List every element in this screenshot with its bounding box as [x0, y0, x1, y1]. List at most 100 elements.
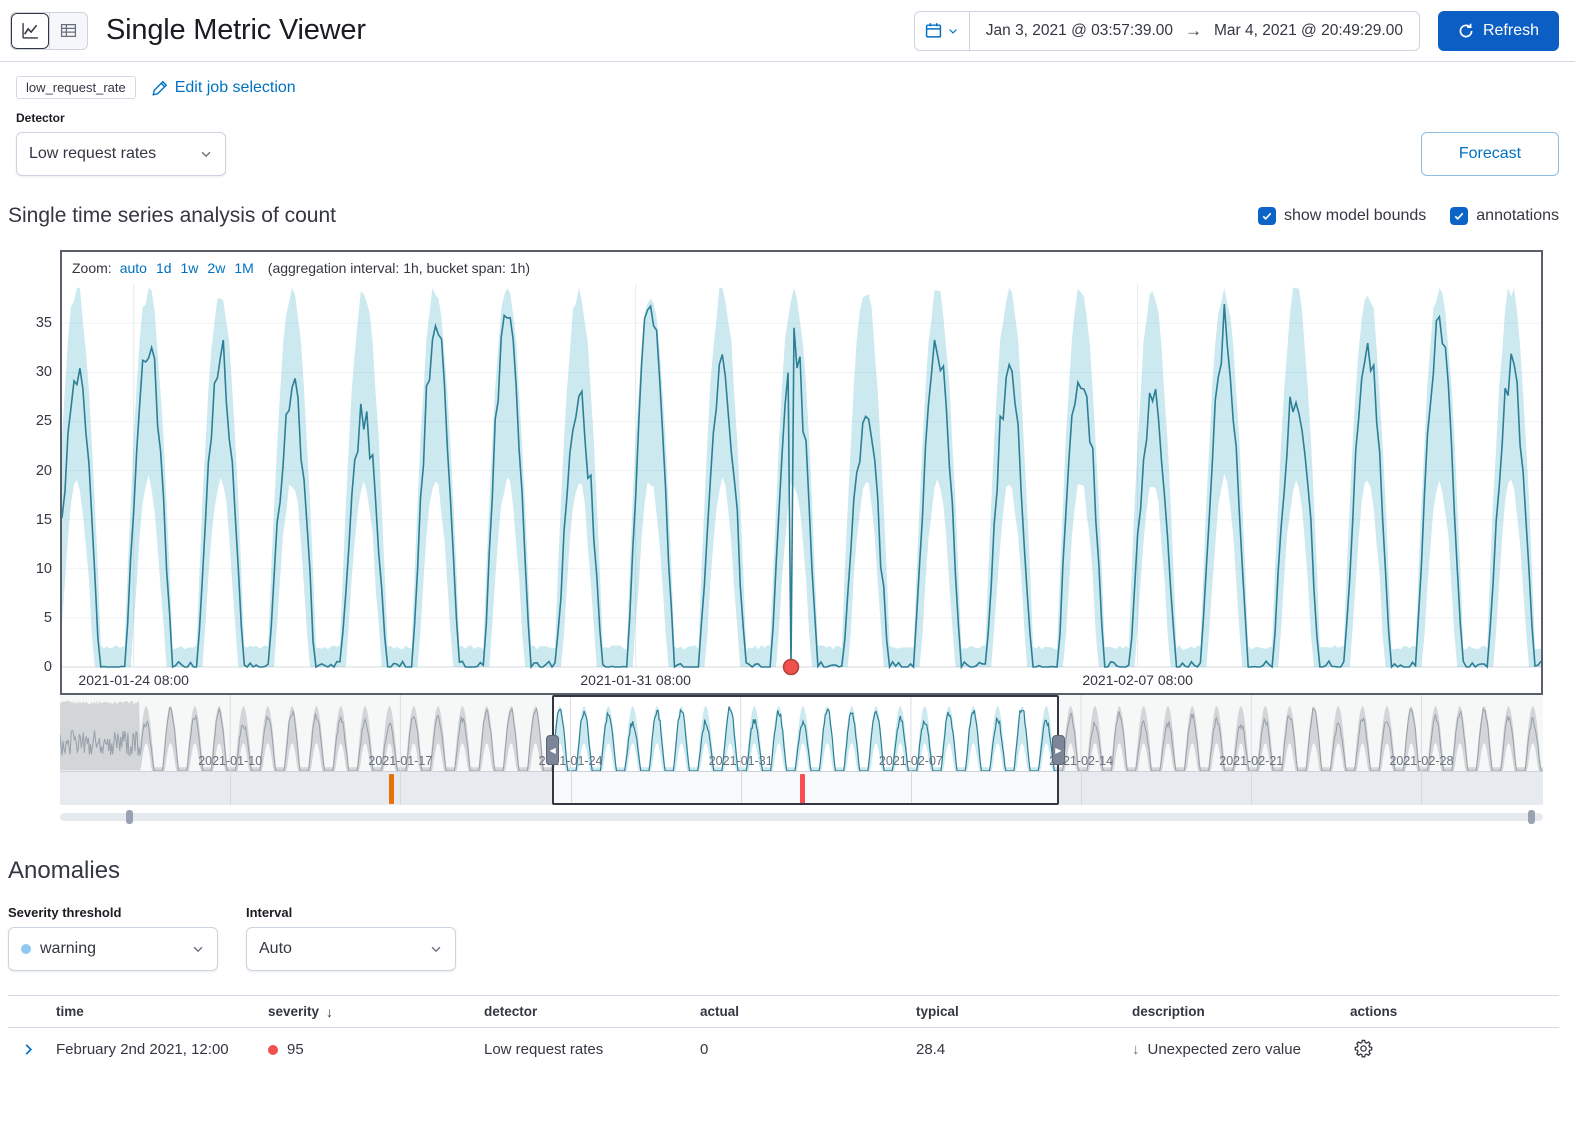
zoom-option-2w[interactable]: 2w [207, 260, 225, 276]
main-chart-container: Zoom: auto 1d 1w 2w 1M (aggregation interval… [60, 250, 1543, 695]
chart-options: show model bounds annotations [1258, 207, 1559, 225]
aggregation-note: (aggregation interval: 1h, bucket span: … [268, 260, 530, 276]
date-picker: Jan 3, 2021 @ 03:57:39.00 → Mar 4, 2021 … [914, 11, 1420, 51]
zoom-controls: Zoom: auto 1d 1w 2w 1M (aggregation interval… [62, 252, 1541, 284]
severity-threshold-label: Severity threshold [8, 905, 218, 920]
chevron-down-icon [947, 25, 959, 37]
arrow-down-icon: ↓ [1132, 1041, 1140, 1058]
anomaly-actual: 0 [700, 1041, 916, 1058]
refresh-button[interactable]: Refresh [1438, 11, 1559, 51]
y-axis-label: 35 [36, 315, 52, 331]
anomaly-typical: 28.4 [916, 1041, 1132, 1058]
brush-handle-left[interactable]: ◀ [546, 735, 559, 765]
zoom-option-auto[interactable]: auto [120, 260, 147, 276]
y-axis-label: 0 [44, 659, 52, 675]
edit-job-selection-label: Edit job selection [175, 79, 296, 97]
series-title: Single time series analysis of count [8, 204, 336, 228]
x-axis-label: 2021-01-31 08:00 [580, 672, 691, 688]
zoom-option-1d[interactable]: 1d [156, 260, 172, 276]
range-slider-thumb-left[interactable] [126, 810, 133, 824]
series-section-header: Single time series analysis of count sho… [0, 176, 1575, 240]
swimlane-gridline [230, 772, 231, 805]
x-axis-label: 2021-01-24 08:00 [78, 672, 189, 688]
chevron-down-icon [199, 147, 213, 161]
detector-selected-value: Low request rates [29, 145, 156, 163]
start-date[interactable]: Jan 3, 2021 @ 03:57:39.00 [986, 22, 1173, 40]
sort-desc-icon: ↓ [326, 1004, 333, 1020]
checkbox-checked-icon [1450, 207, 1468, 225]
severity-threshold-field: Severity threshold warning [8, 905, 218, 971]
severity-threshold-select[interactable]: warning [8, 927, 218, 971]
row-actions-button[interactable] [1350, 1037, 1377, 1060]
annotations-label: annotations [1476, 207, 1559, 225]
interval-select[interactable]: Auto [246, 927, 456, 971]
chart-view-button[interactable] [11, 13, 49, 49]
y-axis-label: 5 [44, 610, 52, 626]
y-axis-label: 25 [36, 413, 52, 429]
anomaly-severity: 95 [287, 1041, 304, 1058]
anomaly-detector: Low request rates [484, 1041, 700, 1058]
range-slider-thumb-right[interactable] [1528, 810, 1535, 824]
calendar-button[interactable] [915, 12, 970, 50]
context-date-label: 2021-01-17 [368, 754, 432, 768]
refresh-icon [1458, 23, 1474, 39]
col-header-actual: actual [700, 1004, 916, 1019]
zoom-label: Zoom: [72, 260, 112, 276]
severity-warning-dot [21, 944, 31, 954]
context-date-label: 2021-02-21 [1219, 754, 1283, 768]
col-header-description: description [1132, 1004, 1350, 1019]
time-series-chart-area: 05101520253035 Zoom: auto1d1w2w1M (aggre… [60, 250, 1543, 821]
date-range: Jan 3, 2021 @ 03:57:39.00 → Mar 4, 2021 … [970, 21, 1419, 41]
chevron-down-icon [191, 942, 205, 956]
table-view-button[interactable] [49, 13, 87, 49]
pencil-icon [152, 80, 168, 96]
detector-label: Detector [16, 111, 226, 125]
edit-job-selection-link[interactable]: Edit job selection [152, 79, 296, 97]
swimlane-anomaly-marker[interactable] [389, 774, 394, 804]
col-header-typical: typical [916, 1004, 1132, 1019]
show-model-bounds-checkbox[interactable]: show model bounds [1258, 207, 1426, 225]
detector-row: Detector Low request rates Forecast [0, 107, 1575, 176]
x-axis: 2021-01-24 08:002021-01-31 08:002021-02-… [62, 667, 1541, 693]
y-axis-label: 30 [36, 364, 52, 380]
job-badge: low_request_rate [16, 76, 136, 99]
anomalies-table: time severity ↓ detector actual typical … [8, 995, 1559, 1071]
calendar-icon [925, 22, 942, 39]
header: Single Metric Viewer Jan 3, 2021 @ 03:57… [0, 0, 1575, 62]
detector-select[interactable]: Low request rates [16, 132, 226, 176]
context-date-label: 2021-01-10 [198, 754, 262, 768]
main-chart-svg[interactable] [62, 284, 1541, 667]
chevron-down-icon [429, 942, 443, 956]
zoom-option-1M[interactable]: 1M [234, 260, 253, 276]
anomalies-section: Anomalies Severity threshold warning Int… [0, 821, 1575, 1071]
anomalies-table-header: time severity ↓ detector actual typical … [8, 995, 1559, 1028]
y-axis-label: 20 [36, 463, 52, 479]
show-model-bounds-label: show model bounds [1284, 207, 1426, 225]
brush-handle-right[interactable]: ▶ [1052, 735, 1065, 765]
annotations-checkbox[interactable]: annotations [1450, 207, 1559, 225]
zoom-option-1w[interactable]: 1w [181, 260, 199, 276]
brush-selection[interactable]: ◀ ▶ [552, 695, 1059, 805]
severity-critical-dot [268, 1045, 278, 1055]
end-date[interactable]: Mar 4, 2021 @ 20:49:29.00 [1214, 22, 1403, 40]
context-chart[interactable]: 2021-01-102021-01-172021-01-242021-01-31… [60, 695, 1543, 805]
col-header-actions: actions [1350, 1004, 1559, 1019]
range-slider-track[interactable] [60, 813, 1543, 821]
job-selection-row: low_request_rate Edit job selection [0, 62, 1575, 107]
detector-field: Detector Low request rates [16, 111, 226, 176]
y-axis-label: 10 [36, 561, 52, 577]
refresh-label: Refresh [1483, 22, 1539, 40]
expand-row-chevron-icon[interactable] [21, 1042, 56, 1057]
checkbox-checked-icon [1258, 207, 1276, 225]
arrow-right-icon: → [1185, 21, 1202, 41]
col-header-severity[interactable]: severity ↓ [268, 1004, 484, 1020]
forecast-button[interactable]: Forecast [1421, 132, 1559, 176]
swimlane-gridline [1081, 772, 1082, 805]
interval-label: Interval [246, 905, 456, 920]
y-axis-label: 15 [36, 512, 52, 528]
anomalies-title: Anomalies [8, 857, 1559, 885]
severity-threshold-value: warning [40, 940, 96, 958]
col-header-time: time [56, 1004, 268, 1019]
swimlane-gridline [400, 772, 401, 805]
interval-value: Auto [259, 940, 292, 958]
